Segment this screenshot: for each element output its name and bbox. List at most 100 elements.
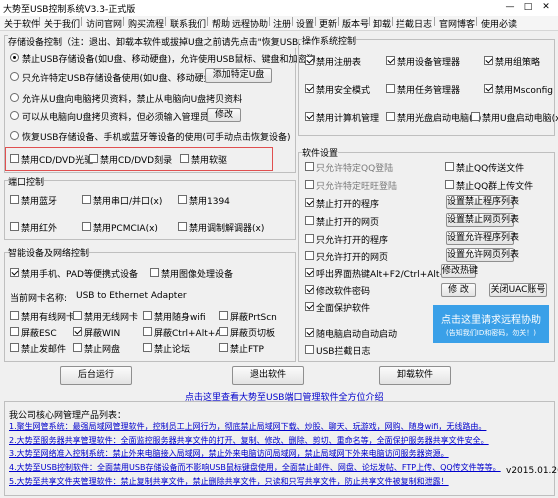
block-programs-checkbox[interactable]	[305, 198, 314, 207]
product-link-4[interactable]: 4.大势至USB控制软件：全面禁用USB存储设备而不影响USB鼠标键盘使用，全面…	[9, 462, 501, 473]
menu-purchase[interactable]: 购买流程	[128, 17, 164, 30]
minimize-icon[interactable]: —	[503, 2, 517, 13]
menu-visit-site[interactable]: 访问官网	[86, 17, 122, 30]
radio-read-only[interactable]	[10, 93, 19, 102]
modify-hotkey-button[interactable]: 修改热键	[441, 264, 478, 278]
menu-version[interactable]: 版本号	[342, 17, 369, 30]
product-link-3[interactable]: 3.大势至网络准入控制系统：禁止外来电脑接入局域网，禁止外来电脑访问局域网，禁止…	[9, 448, 449, 459]
block-win-checkbox[interactable]	[73, 327, 82, 336]
product-link-2[interactable]: 2.大势至服务器共享管理软件：全面监控服务器共享文件的打开、复制、修改、删除、剪…	[9, 435, 489, 446]
menu-remote-assist[interactable]: 远程协助	[232, 17, 268, 30]
disable-floppy-checkbox[interactable]	[180, 154, 189, 163]
disable-serial-checkbox[interactable]	[82, 195, 91, 204]
menu-must-read[interactable]: 使用必读	[481, 17, 517, 30]
block-netdisk-checkbox[interactable]	[73, 343, 82, 352]
disable-cd-read-checkbox[interactable]	[10, 154, 19, 163]
disable-group-policy-checkbox[interactable]	[484, 56, 493, 65]
disable-registry-checkbox[interactable]	[305, 56, 314, 65]
disable-cd-burn-checkbox[interactable]	[89, 154, 98, 163]
menu-about-software[interactable]: 关于软件	[4, 17, 40, 30]
set-block-program-list-button[interactable]: 设置禁止程序列表	[446, 195, 519, 209]
menu-update[interactable]: 更新	[319, 17, 337, 30]
close-icon[interactable]: ✕	[539, 2, 553, 13]
disable-safe-mode-checkbox[interactable]	[305, 84, 314, 93]
menu-register[interactable]: 注册	[273, 17, 291, 30]
block-esc-checkbox[interactable]	[10, 327, 19, 336]
radio-restore-usb[interactable]	[10, 131, 19, 140]
block-esc-label: 屏蔽ESC	[21, 329, 57, 339]
usb-log-checkbox[interactable]	[305, 345, 314, 354]
block-prtscn-checkbox[interactable]	[219, 311, 228, 320]
block-qq-group-upload-checkbox[interactable]	[445, 180, 454, 189]
disable-msconfig-checkbox[interactable]	[484, 84, 493, 93]
block-clipboard-checkbox[interactable]	[219, 327, 228, 336]
product-link-5[interactable]: 5.大势至共享文件夹管理软件：禁止复制共享文件，禁止删除共享文件，只读和只写共享…	[9, 476, 449, 487]
disable-infrared-checkbox[interactable]	[10, 222, 19, 231]
block-forum-checkbox[interactable]	[143, 343, 152, 352]
menu-contact[interactable]: 联系我们	[170, 17, 206, 30]
disable-portable-wifi-checkbox[interactable]	[143, 311, 152, 320]
block-qq-file-checkbox[interactable]	[445, 162, 454, 171]
background-run-button[interactable]: 后台运行	[60, 366, 132, 385]
radio-restore-usb-label: 恢复USB存储设备、手机或蓝牙等设备的使用(可手动点击恢复设备)	[22, 133, 291, 143]
block-email-checkbox[interactable]	[10, 343, 19, 352]
menu-intercept-log[interactable]: 拦截日志	[396, 17, 432, 30]
maximize-icon[interactable]: □	[521, 2, 535, 13]
disable-phone-checkbox[interactable]	[10, 268, 19, 277]
menu-blog[interactable]: 官网博客	[439, 17, 475, 30]
disable-wireless-nic-checkbox[interactable]	[73, 311, 82, 320]
disable-pcmcia-checkbox[interactable]	[82, 222, 91, 231]
protect-software-checkbox[interactable]	[305, 302, 314, 311]
menu-uninstall[interactable]: 卸载	[373, 17, 391, 30]
disable-wireless-nic-label: 禁用无线网卡	[84, 313, 139, 323]
disable-cd-boot-checkbox[interactable]	[386, 112, 395, 121]
disable-wired-nic-checkbox[interactable]	[10, 311, 19, 320]
uninstall-software-button[interactable]: 卸载软件	[379, 366, 451, 385]
products-title: 我公司核心网管理产品列表：	[9, 411, 127, 421]
disable-computer-mgmt-label: 禁用计算机管理	[316, 114, 380, 124]
allow-only-programs-checkbox[interactable]	[305, 234, 314, 243]
disable-image-device-checkbox[interactable]	[150, 268, 159, 277]
set-block-web-list-button[interactable]: 设置禁止网页列表	[446, 213, 519, 227]
disable-msconfig-label: 禁用Msconfig	[495, 86, 553, 96]
radio-block-usb[interactable]	[10, 53, 19, 62]
window-title: 大势至USB控制系统V3.3-正式版	[3, 5, 136, 15]
autostart-checkbox[interactable]	[305, 328, 314, 337]
set-allow-program-list-button[interactable]: 设置允许程序列表	[446, 231, 519, 245]
exit-software-button[interactable]: 退出软件	[232, 366, 304, 385]
allow-specific-wangwang-label: 只允许特定旺旺登陆	[316, 182, 398, 192]
radio-password-write[interactable]	[10, 111, 19, 120]
allow-specific-qq-checkbox[interactable]	[305, 162, 314, 171]
modify-password-button[interactable]: 修改	[207, 108, 241, 122]
add-specific-usb-button[interactable]: 添加特定U盘	[205, 68, 272, 83]
disable-1394-label: 禁用1394	[189, 197, 230, 207]
disable-usb-boot-label: 禁用U盘启动电脑(x)	[482, 114, 558, 124]
disable-bluetooth-checkbox[interactable]	[10, 195, 19, 204]
remote-assist-button[interactable]: 点击这里请求远程协助 (告知我们ID和密码，勿关！)	[433, 305, 549, 343]
allow-only-webpages-checkbox[interactable]	[305, 251, 314, 260]
block-ctrl-alt-a-checkbox[interactable]	[143, 327, 152, 336]
disable-usb-boot-checkbox[interactable]	[471, 112, 480, 121]
disable-infrared-label: 禁用红外	[21, 224, 58, 234]
block-webpages-checkbox[interactable]	[305, 216, 314, 225]
allow-only-webpages-label: 只允许打开的网页	[316, 253, 389, 263]
modify-software-password-button[interactable]: 修 改	[441, 283, 476, 297]
radio-allow-specific[interactable]	[10, 72, 19, 81]
hotkey-checkbox[interactable]	[305, 268, 314, 277]
disable-device-manager-checkbox[interactable]	[386, 56, 395, 65]
disable-uac-button[interactable]: 关闭UAC账号	[489, 283, 547, 297]
allow-specific-wangwang-checkbox[interactable]	[305, 180, 314, 189]
menu-settings[interactable]: 设置	[296, 17, 314, 30]
modify-password-checkbox[interactable]	[305, 285, 314, 294]
disable-computer-mgmt-checkbox[interactable]	[305, 112, 314, 121]
protect-software-label: 全面保护软件	[316, 304, 371, 314]
disable-modem-checkbox[interactable]	[178, 222, 187, 231]
set-allow-web-list-button[interactable]: 设置允许网页列表	[446, 248, 519, 262]
block-ftp-checkbox[interactable]	[219, 343, 228, 352]
disable-1394-checkbox[interactable]	[178, 195, 187, 204]
product-link-1[interactable]: 1.聚生网管系统：最强局域网管理软件，控制员工上网行为，彻底禁止局域网下载、炒股…	[9, 421, 486, 432]
menu-about-us[interactable]: 关于我们	[44, 17, 80, 30]
block-ftp-label: 禁止FTP	[230, 345, 264, 355]
disable-task-manager-checkbox[interactable]	[386, 84, 395, 93]
disable-modem-label: 禁用调制解调器(x)	[189, 224, 265, 234]
